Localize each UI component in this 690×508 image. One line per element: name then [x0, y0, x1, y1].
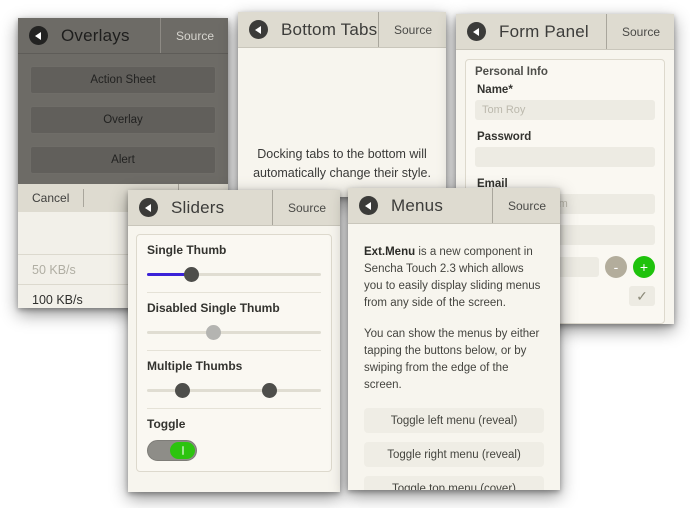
sliders-inner: Single Thumb Disabled Single Thumb Multi… — [128, 226, 340, 492]
menus-body: Ext.Menu is a new component in Sencha To… — [348, 224, 560, 490]
multiple-thumbs-label: Multiple Thumbs — [147, 359, 243, 373]
screenshot-stage: Overlays Source Action Sheet Overlay Ale… — [0, 0, 690, 508]
action-sheet-button[interactable]: Action Sheet — [30, 66, 216, 94]
page-title: Overlays — [61, 25, 130, 45]
slider-track — [147, 331, 321, 334]
toggle-left-menu-button[interactable]: Toggle left menu (reveal) — [364, 408, 544, 433]
name-field[interactable]: Tom Roy — [475, 100, 655, 120]
bottom-tabs-body: Docking tabs to the bottom will automati… — [238, 48, 446, 197]
menus-paragraph-two: You can show the menus by either tapping… — [364, 328, 540, 391]
slider-thumb[interactable] — [261, 383, 277, 398]
source-button[interactable]: Source — [159, 18, 228, 53]
back-arrow-icon[interactable] — [249, 20, 268, 39]
single-thumb-label: Single Thumb — [147, 243, 227, 257]
disabled-single-thumb-label: Disabled Single Thumb — [147, 301, 280, 315]
overlay-dim-layer: Action Sheet Overlay Alert — [18, 54, 228, 184]
back-arrow-icon[interactable] — [139, 198, 158, 217]
slider-thumb[interactable] — [174, 383, 190, 398]
fieldset-title: Personal Info — [475, 66, 548, 78]
sliders-fieldset: Single Thumb Disabled Single Thumb Multi… — [136, 234, 332, 472]
sliders-panel: Sliders Source Single Thumb Disabled Sin… — [128, 190, 340, 492]
back-arrow-icon[interactable] — [29, 26, 48, 45]
password-field[interactable] — [475, 147, 655, 167]
single-thumb-slider[interactable] — [147, 266, 321, 293]
toggle-switch[interactable] — [147, 440, 197, 461]
cancel-button[interactable]: Cancel — [18, 189, 85, 207]
form-panel-titlebar: Form Panel Source — [456, 14, 674, 50]
menus-paragraph-one: Ext.Menu is a new component in Sencha To… — [364, 244, 544, 312]
password-label: Password — [477, 131, 532, 143]
toggle-top-menu-button[interactable]: Toggle top menu (cover) — [364, 476, 544, 490]
disabled-single-thumb-slider — [147, 324, 321, 351]
page-title: Bottom Tabs — [281, 19, 378, 39]
toggle-wrap — [147, 440, 321, 461]
overlay-button[interactable]: Overlay — [30, 106, 216, 134]
bottom-tabs-content: Docking tabs to the bottom will automati… — [238, 48, 446, 197]
toggle-right-menu-button[interactable]: Toggle right menu (reveal) — [364, 442, 544, 467]
source-button[interactable]: Source — [605, 14, 674, 49]
sliders-titlebar: Sliders Source — [128, 190, 340, 226]
slider-thumb — [206, 325, 222, 340]
page-title: Form Panel — [499, 21, 589, 41]
page-title: Sliders — [171, 197, 225, 217]
alert-button[interactable]: Alert — [30, 146, 216, 174]
menus-button-group: Toggle left menu (reveal) Toggle right m… — [364, 408, 544, 490]
sliders-body: Single Thumb Disabled Single Thumb Multi… — [128, 226, 340, 492]
back-arrow-icon[interactable] — [467, 22, 486, 41]
page-title: Menus — [391, 195, 444, 215]
source-button[interactable]: Source — [491, 188, 560, 223]
multiple-thumbs-slider[interactable] — [147, 382, 321, 409]
slider-track — [147, 389, 321, 392]
bottom-tabs-titlebar: Bottom Tabs Source — [238, 12, 446, 48]
toggle-knob-icon — [182, 446, 184, 455]
ext-menu-term: Ext.Menu — [364, 246, 416, 258]
name-label: Name* — [477, 84, 513, 96]
slider-thumb[interactable] — [183, 267, 199, 282]
bottom-tabs-panel: Bottom Tabs Source Docking tabs to the b… — [238, 12, 446, 197]
menus-panel: Menus Source Ext.Menu is a new component… — [348, 188, 560, 490]
toggle-label: Toggle — [147, 417, 186, 431]
source-button[interactable]: Source — [271, 190, 340, 225]
overlays-titlebar: Overlays Source — [18, 18, 228, 54]
checkmark-icon[interactable]: ✓ — [629, 286, 655, 306]
source-button[interactable]: Source — [377, 12, 446, 47]
menus-titlebar: Menus Source — [348, 188, 560, 224]
spinner-decrement-button[interactable]: - — [605, 256, 627, 278]
menus-inner: Ext.Menu is a new component in Sencha To… — [348, 224, 560, 490]
back-arrow-icon[interactable] — [359, 196, 378, 215]
spinner-increment-button[interactable]: + — [633, 256, 655, 278]
bottom-tabs-message: Docking tabs to the bottom will automati… — [253, 147, 431, 180]
